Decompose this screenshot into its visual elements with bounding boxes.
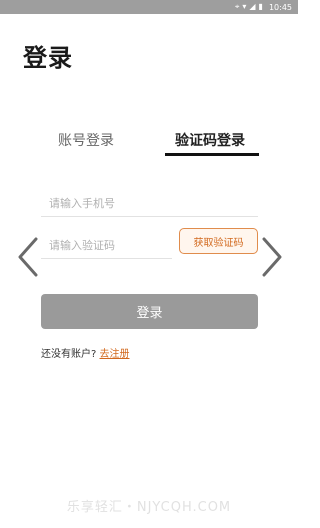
phone-field [41,190,258,217]
tab-code-login[interactable]: 验证码登录 [175,130,245,150]
phone-input[interactable] [41,196,258,210]
code-field [41,232,172,259]
register-prompt: 还没有账户? [41,349,97,360]
active-tab-indicator [165,153,259,156]
register-link[interactable]: 去注册 [100,349,130,360]
battery-icon: ▮ [258,2,263,11]
verification-code-input[interactable] [41,238,172,252]
chevron-left-icon[interactable] [14,236,44,278]
register-row: 还没有账户? 去注册 [41,345,130,360]
get-code-button[interactable]: 获取验证码 [179,228,258,254]
page-title: 登录 [23,44,73,72]
signal-icon: ◢ [249,2,256,11]
chevron-right-icon[interactable] [256,236,286,278]
status-bar: ⌖ ▾ ◢ ▮ 10:45 [0,0,298,14]
watermark: 乐享轻汇・NJYCQH.COM [66,500,232,515]
status-time: 10:45 [268,2,292,12]
login-button[interactable]: 登录 [41,294,258,329]
wifi-icon: ▾ [242,2,247,11]
location-icon: ⌖ [234,2,240,11]
tab-account-login[interactable]: 账号登录 [58,130,114,150]
